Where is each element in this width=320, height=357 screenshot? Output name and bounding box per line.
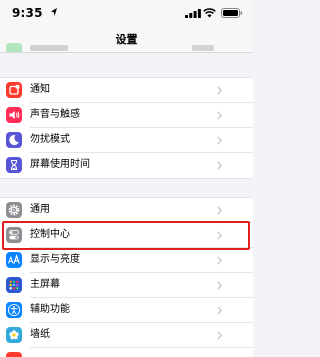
row-label-screen-time: 屏幕使用时间 <box>30 159 90 170</box>
settings-row-wallpaper[interactable]: 墙纸 <box>0 323 253 348</box>
notifications-icon <box>6 82 22 98</box>
chevron-right-icon <box>217 256 222 265</box>
hourglass-icon <box>6 157 22 173</box>
settings-screen: 9:35 设置 通知 声音与触感 勿扰模式 屏幕使用时间 通用 控制中心 显示与… <box>0 0 253 357</box>
chevron-right-icon <box>217 86 222 95</box>
settings-row-accessibility[interactable]: 辅助功能 <box>0 298 253 323</box>
settings-row-display-brightness[interactable]: 显示与亮度 <box>0 248 253 273</box>
wallpaper-flower-icon <box>6 327 22 343</box>
settings-row-control-center[interactable]: 控制中心 <box>0 223 253 248</box>
navigation-bar: 设置 <box>0 26 253 53</box>
text-size-icon <box>6 252 22 268</box>
settings-row-partial[interactable] <box>0 348 253 357</box>
status-time: 9:35 <box>12 6 43 20</box>
chevron-right-icon <box>217 331 222 340</box>
settings-group-2: 通用 控制中心 显示与亮度 主屏幕 辅助功能 墙纸 <box>0 197 253 357</box>
chevron-right-icon <box>217 281 222 290</box>
status-bar: 9:35 <box>0 0 253 26</box>
settings-row-home-screen[interactable]: 主屏幕 <box>0 273 253 298</box>
settings-row-notifications[interactable]: 通知 <box>0 78 253 103</box>
row-label-control-center: 控制中心 <box>30 229 70 240</box>
wifi-icon <box>203 8 216 18</box>
speaker-icon <box>6 107 22 123</box>
row-label-sounds-haptics: 声音与触感 <box>30 109 80 120</box>
gear-icon <box>6 202 22 218</box>
partial-row-icon <box>6 352 22 357</box>
row-label-accessibility: 辅助功能 <box>30 304 70 315</box>
settings-row-screen-time[interactable]: 屏幕使用时间 <box>0 153 253 178</box>
chevron-right-icon <box>217 161 222 170</box>
home-grid-icon <box>6 277 22 293</box>
row-label-home-screen: 主屏幕 <box>30 279 60 290</box>
row-label-display-brightness: 显示与亮度 <box>30 254 80 265</box>
toggles-icon <box>6 227 22 243</box>
settings-row-do-not-disturb[interactable]: 勿扰模式 <box>0 128 253 153</box>
settings-group-1: 通知 声音与触感 勿扰模式 屏幕使用时间 <box>0 77 253 179</box>
row-label-do-not-disturb: 勿扰模式 <box>30 134 70 145</box>
row-label-wallpaper: 墙纸 <box>30 329 50 340</box>
settings-row-general[interactable]: 通用 <box>0 198 253 223</box>
chevron-right-icon <box>217 306 222 315</box>
row-label-notifications: 通知 <box>30 84 50 95</box>
row-label-general: 通用 <box>30 204 50 215</box>
moon-icon <box>6 132 22 148</box>
location-arrow-icon <box>51 8 57 16</box>
chevron-right-icon <box>217 206 222 215</box>
chevron-right-icon <box>217 231 222 240</box>
chevron-right-icon <box>217 111 222 120</box>
chevron-right-icon <box>217 136 222 145</box>
cellular-signal-icon <box>185 9 201 18</box>
page-title: 设置 <box>115 33 138 46</box>
battery-icon <box>221 8 243 18</box>
accessibility-icon <box>6 302 22 318</box>
settings-row-sounds-haptics[interactable]: 声音与触感 <box>0 103 253 128</box>
